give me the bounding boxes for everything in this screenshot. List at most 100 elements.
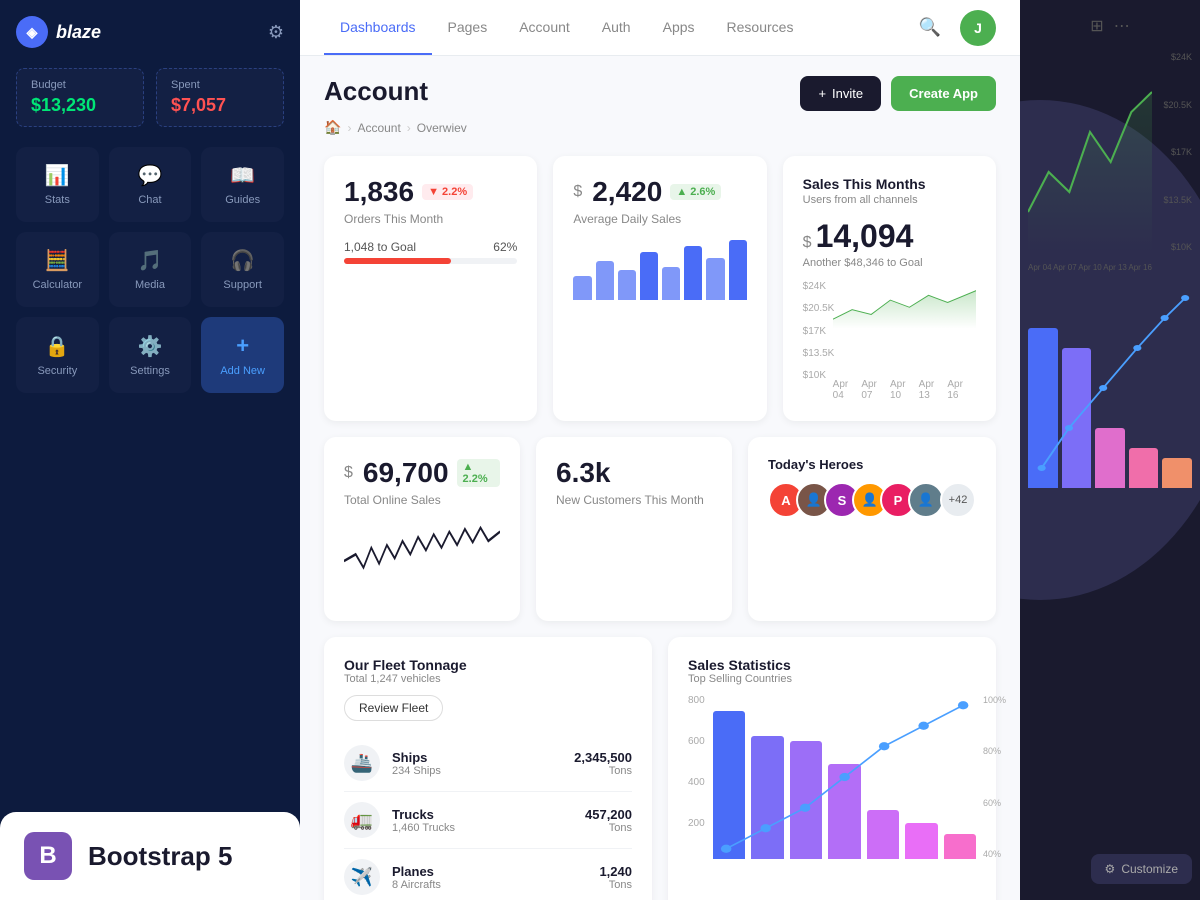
customize-icon: ⚙ (1105, 862, 1116, 876)
search-button[interactable]: 🔍 (912, 10, 948, 46)
sidebar-security-label: Security (37, 365, 77, 377)
nav-pages[interactable]: Pages (432, 1, 504, 55)
bootstrap-badge: B Bootstrap 5 (0, 812, 300, 900)
stats-grid: 1,836 ▼ 2.2% Orders This Month 1,048 to … (324, 156, 996, 421)
progress-bar-bg (344, 258, 517, 264)
ships-val: 2,345,500 (574, 750, 632, 765)
fleet-planes-info: Planes 8 Aircrafts (392, 864, 587, 891)
sales-line-chart: $24K $20.5K $17K $13.5K $10K (803, 281, 976, 401)
orders-label: Orders This Month (344, 212, 517, 226)
rp-line-over-bars (1028, 288, 1192, 488)
customize-button[interactable]: ⚙ Customize (1091, 854, 1192, 884)
sidebar-item-media[interactable]: 🎵 Media (109, 232, 192, 307)
logo-text: blaze (56, 22, 101, 43)
sidebar-item-settings[interactable]: ⚙️ Settings (109, 317, 192, 393)
sidebar-item-stats[interactable]: 📊 Stats (16, 147, 99, 222)
sidebar-settings-label: Settings (130, 365, 170, 377)
sales-y-axis: 800 600 400 200 (688, 695, 713, 875)
logo-icon: ◈ (16, 16, 48, 48)
review-fleet-button[interactable]: Review Fleet (344, 695, 443, 721)
planes-unit: Tons (599, 879, 632, 891)
trucks-sub: 1,460 Trucks (392, 822, 573, 834)
ships-sub: 234 Ships (392, 765, 562, 777)
rp-dots-icon[interactable]: ⋯ (1114, 16, 1130, 36)
progress-pct: 62% (493, 240, 517, 254)
trucks-name: Trucks (392, 807, 573, 822)
page-title: Account (324, 76, 428, 107)
total-badge: ▲ 2.2% (457, 459, 500, 487)
second-row: $ 69,700 ▲ 2.2% Total Online Sales 6.3k … (324, 437, 996, 621)
fleet-trucks-info: Trucks 1,460 Trucks (392, 807, 573, 834)
nav-dashboards[interactable]: Dashboards (324, 1, 432, 55)
sidebar-item-support[interactable]: 🎧 Support (201, 232, 284, 307)
progress-section: 1,048 to Goal 62% (344, 240, 517, 264)
guides-icon: 📖 (230, 163, 255, 188)
sidebar-item-chat[interactable]: 💬 Chat (109, 147, 192, 222)
budget-card: Budget $13,230 (16, 68, 144, 127)
planes-icon: ✈️ (344, 859, 380, 895)
budget-value: $13,230 (31, 95, 129, 116)
home-icon: 🏠 (324, 119, 341, 136)
planes-values: 1,240 Tons (599, 864, 632, 891)
sidebar-item-add-new[interactable]: + Add New (201, 317, 284, 393)
customers-value: 6.3k (556, 457, 611, 489)
budget-row: Budget $13,230 Spent $7,057 (16, 68, 284, 127)
progress-bar-fill (344, 258, 451, 264)
fleet-card: Our Fleet Tonnage Total 1,247 vehicles R… (324, 637, 652, 900)
chart-y-labels: $24K $20.5K $17K $13.5K $10K (803, 281, 835, 381)
sidebar-guides-label: Guides (225, 194, 260, 206)
sales-line-overlay (713, 695, 976, 859)
ships-icon: 🚢 (344, 745, 380, 781)
rp-bottom-chart (1028, 288, 1192, 488)
spent-label: Spent (171, 79, 269, 91)
sales-chart-area: 100% 80% 60% 40% (713, 695, 976, 875)
nav-resources[interactable]: Resources (711, 1, 810, 55)
nav-account[interactable]: Account (503, 1, 586, 55)
customize-label: Customize (1121, 862, 1178, 876)
heroes-title: Today's Heroes (768, 457, 976, 472)
hero-avatar-3: 👤 (908, 482, 944, 518)
orders-card: 1,836 ▼ 2.2% Orders This Month 1,048 to … (324, 156, 537, 421)
sales-stats-card: Sales Statistics Top Selling Countries 8… (668, 637, 996, 900)
fleet-planes-row: ✈️ Planes 8 Aircrafts 1,240 Tons (344, 849, 632, 900)
sidebar-item-calculator[interactable]: 🧮 Calculator (16, 232, 99, 307)
avg-currency: $ (573, 183, 582, 201)
progress-row: 1,048 to Goal 62% (344, 240, 517, 254)
user-avatar[interactable]: J (960, 10, 996, 46)
sales-month-sub: Users from all channels (803, 194, 976, 206)
create-app-button[interactable]: Create App (891, 76, 996, 111)
security-icon: 🔒 (45, 334, 70, 359)
sidebar-chat-label: Chat (138, 194, 161, 206)
right-panel-content: ⊞ ⋯ $24K $20.5K $17K $13.5K $10K (1028, 16, 1192, 488)
squiggly-chart (344, 521, 500, 601)
new-customers-number: 6.3k (556, 457, 712, 489)
breadcrumb-account: Account (357, 121, 400, 135)
nav-auth[interactable]: Auth (586, 1, 647, 55)
orders-badge: ▼ 2.2% (422, 184, 473, 200)
bootstrap-label: Bootstrap 5 (88, 841, 232, 872)
trucks-values: 457,200 Tons (585, 807, 632, 834)
sales-value: 14,094 (816, 218, 914, 255)
fleet-sub: Total 1,247 vehicles (344, 673, 632, 685)
sales-month-card: Sales This Months Users from all channel… (783, 156, 996, 421)
logo-area: ◈ blaze (16, 16, 101, 48)
page-actions: + Invite Create App (800, 76, 996, 111)
rp-svg (1028, 52, 1152, 252)
invite-button[interactable]: + Invite (800, 76, 881, 111)
orders-number: 1,836 ▼ 2.2% (344, 176, 517, 208)
sales-stats-chart: 800 600 400 200 (688, 695, 976, 875)
sidebar: ◈ blaze ⚙ Budget $13,230 Spent $7,057 📊 … (0, 0, 300, 900)
sidebar-item-security[interactable]: 🔒 Security (16, 317, 99, 393)
nav-apps[interactable]: Apps (647, 1, 711, 55)
line-y-axis: 100% 80% 60% 40% (983, 695, 1006, 859)
rp-x-labels: Apr 04 Apr 07 Apr 10 Apr 13 Apr 16 (1028, 263, 1152, 272)
rp-line-chart-area: $24K $20.5K $17K $13.5K $10K Apr 04 Apr (1028, 52, 1192, 272)
ships-values: 2,345,500 Tons (574, 750, 632, 777)
hero-extra-count: +42 (940, 482, 976, 518)
sidebar-item-guides[interactable]: 📖 Guides (201, 147, 284, 222)
rp-grid-icon[interactable]: ⊞ (1090, 16, 1103, 36)
total-sales-card: $ 69,700 ▲ 2.2% Total Online Sales (324, 437, 520, 621)
invite-plus-icon: + (818, 86, 826, 101)
avg-sales-card: $ 2,420 ▲ 2.6% Average Daily Sales (553, 156, 766, 421)
sidebar-menu-icon[interactable]: ⚙ (268, 22, 284, 43)
